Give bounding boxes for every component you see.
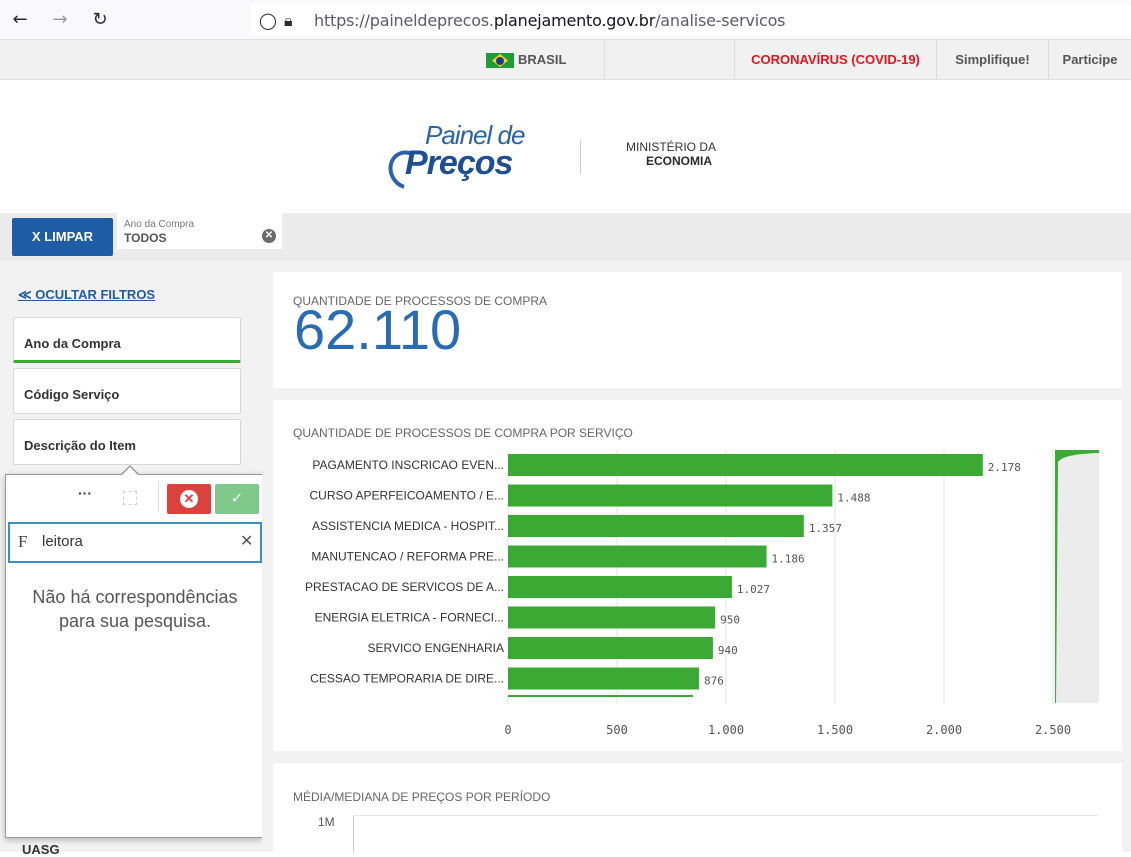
category-label: SERVICO ENGENHARIA [368, 641, 504, 655]
bar [508, 637, 713, 659]
x-tick-label: 2.000 [926, 723, 962, 737]
x-tick-label: 2.500 [1035, 723, 1071, 737]
ministerio-logo: MINISTÉRIO DA ECONOMIA [626, 140, 717, 168]
close-chip-icon[interactable]: ✕ [262, 229, 276, 243]
listbox-popover: ··· ✕ ✓ F ✕ Não há correspondências para… [5, 474, 263, 838]
close-circle-icon: ✕ [180, 490, 198, 508]
filter-uasg[interactable]: UASG [22, 842, 60, 857]
selection-chip-ano-da-compra[interactable]: Ano da Compra TODOS [117, 213, 282, 249]
chart-scrollbar [1055, 450, 1099, 703]
category-label: CURSO APERFEICOAMENTO / E... [310, 489, 504, 503]
url-text: https://paineldeprecos.planejamento.gov.… [314, 11, 786, 30]
search-prefix: F [18, 532, 28, 551]
hide-filters-link[interactable]: ≪ OCULTAR FILTROS [18, 287, 155, 303]
bar [508, 454, 983, 476]
data-label: 1.488 [837, 492, 870, 505]
x-tick-label: 1.500 [817, 723, 853, 737]
browser-toolbar: ← → ↻ ◯ 🔒︎ https://paineldeprecos.planej… [0, 0, 1131, 40]
line-chart-card: MÉDIA/MEDIANA DE PREÇOS POR PERÍODO [273, 763, 1122, 852]
category-label: ENERGIA ELETRICA - FORNECI... [315, 611, 504, 625]
data-label: 1.027 [737, 583, 770, 596]
filter-descricao-do-item[interactable]: Descrição do Item [13, 419, 241, 465]
line-chart-ytick: 1M [318, 815, 335, 829]
bar [508, 606, 716, 629]
gov-empty-slot [604, 40, 734, 80]
listbox-search-box[interactable]: F ✕ [8, 522, 262, 563]
category-label: CESSAO TEMPORARIA DE DIRE... [310, 672, 504, 686]
category-label: MANUTENCAO / REFORMA PRE... [311, 550, 504, 564]
brazil-flag-icon [486, 53, 514, 68]
x-tick-label: 0 [504, 723, 511, 737]
simplifique-link[interactable]: Simplifique! [936, 40, 1048, 80]
more-options-button[interactable]: ··· [78, 485, 92, 501]
category-label: ASSISTENCIA MEDICA - HOSPIT... [312, 519, 504, 533]
line-chart-title: MÉDIA/MEDIANA DE PREÇOS POR PERÍODO [293, 790, 551, 804]
address-bar[interactable]: ◯ 🔒︎ https://paineldeprecos.planejamento… [250, 4, 1131, 36]
shield-icon: ◯ [259, 11, 277, 30]
bar [508, 576, 732, 598]
cancel-selection-button[interactable]: ✕ [167, 484, 211, 514]
x-tick-label: 500 [606, 723, 628, 737]
reload-icon[interactable]: ↻ [88, 8, 112, 32]
selection-tool-icon[interactable] [123, 491, 137, 505]
no-match-message: Não há correspondências para sua pesquis… [32, 587, 238, 631]
selections-bar: X LIMPAR Ano da Compra TODOS ✕ [0, 213, 1131, 261]
data-label: 2.178 [988, 461, 1021, 474]
x-tick-label: 1.000 [708, 723, 744, 737]
kpi-value: 62.110 [294, 298, 462, 361]
bar [508, 667, 699, 690]
search-input[interactable] [42, 533, 222, 550]
popover-arrow-inner [122, 467, 138, 475]
lock-icon: 🔒︎ [284, 11, 293, 30]
participe-link[interactable]: Participe [1048, 40, 1131, 80]
filter-ano-da-compra[interactable]: Ano da Compra [13, 317, 241, 363]
data-label: 950 [720, 614, 740, 627]
painel-de-precos-logo: Painel de Preços [381, 120, 535, 197]
bar-chart: 0 500 1.000 1.500 2.000 2.500 PAGAMENTO INSCRI… [305, 450, 1099, 737]
check-icon: ✓ [230, 490, 244, 507]
gov-bar: BRASIL CORONAVÍRUS (COVID-19) Simplifiqu… [0, 40, 1131, 80]
confirm-selection-button[interactable]: ✓ [215, 484, 259, 514]
data-label: 1.186 [772, 553, 805, 566]
filter-codigo-servico[interactable]: Código Serviço [13, 368, 241, 414]
back-arrow-icon[interactable]: ← [8, 8, 32, 32]
gov-brasil-link[interactable]: BRASIL [518, 40, 604, 80]
category-label: PAGAMENTO INSCRICAO EVEN... [312, 458, 504, 472]
covid-link[interactable]: CORONAVÍRUS (COVID-19) [734, 40, 936, 80]
toolbar-divider [158, 481, 159, 511]
line-chart-y-axis [353, 815, 354, 852]
forward-arrow-icon[interactable]: → [48, 8, 72, 32]
bar [508, 545, 767, 568]
data-label: 940 [718, 644, 738, 657]
category-label: PRESTACAO DE SERVICOS DE A... [305, 580, 504, 594]
data-label: 876 [704, 675, 724, 688]
data-label: 1.357 [809, 522, 842, 535]
bar-overflow-hint [508, 695, 693, 697]
clear-search-icon[interactable]: ✕ [240, 531, 253, 551]
bar [508, 484, 833, 507]
logo-divider [580, 140, 581, 174]
line-chart-gridline [353, 815, 1098, 816]
clear-selections-button[interactable]: X LIMPAR [12, 218, 113, 256]
bar [508, 515, 804, 537]
